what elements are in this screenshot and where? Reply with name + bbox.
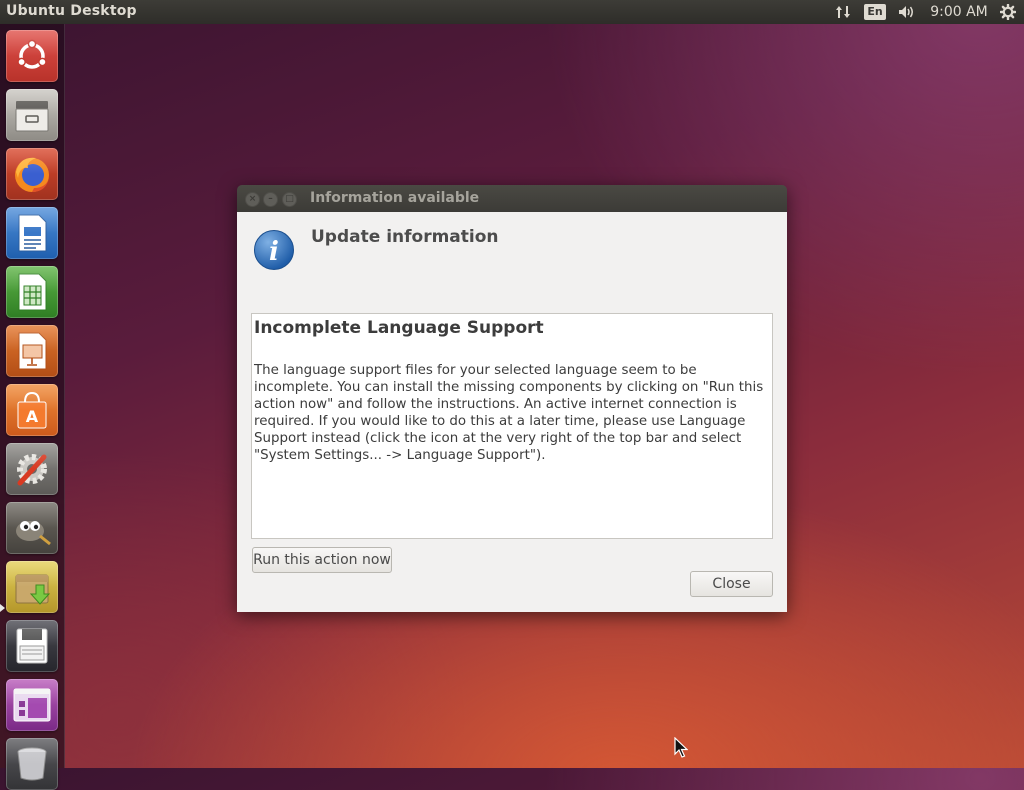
language-label: En — [864, 4, 886, 20]
files-launcher-button[interactable] — [6, 89, 58, 141]
close-button[interactable]: Close — [690, 571, 773, 597]
active-app-indicator — [0, 604, 5, 612]
top-panel: Ubuntu Desktop En 9:00 AM — [0, 0, 1024, 24]
ubuntu-logo-icon — [17, 39, 47, 69]
dialog-heading: Update information — [311, 227, 499, 247]
software-launcher-button[interactable]: A — [6, 384, 58, 436]
writer-launcher-button[interactable] — [6, 207, 58, 259]
dialog-titlebar[interactable]: × – □ Information available — [237, 185, 787, 212]
svg-text:A: A — [26, 407, 39, 426]
impress-launcher-button[interactable] — [6, 325, 58, 377]
launcher: A — [0, 24, 65, 790]
dialog-title: Information available — [310, 190, 480, 206]
mouse-cursor-icon — [674, 737, 688, 758]
dash-launcher-button[interactable] — [6, 30, 58, 82]
floppy-launcher-button[interactable] — [6, 620, 58, 672]
window-maximize-icon[interactable]: □ — [282, 192, 297, 207]
dialog-content: i Update information Incomplete Language… — [237, 212, 787, 612]
writer-document-icon — [18, 214, 47, 252]
settings-launcher-button[interactable] — [6, 443, 58, 495]
keyboard-language-indicator[interactable]: En — [864, 0, 886, 24]
file-cabinet-icon — [15, 101, 49, 132]
software-bag-icon: A — [17, 391, 47, 429]
impress-presentation-icon — [18, 332, 47, 370]
gear-wrench-icon — [17, 454, 47, 486]
gimp-icon — [16, 521, 51, 546]
information-dialog: × – □ Information available i Update inf… — [237, 185, 787, 612]
window-icon — [13, 688, 51, 722]
floppy-disk-icon — [16, 628, 48, 664]
trash-launcher-button[interactable] — [6, 738, 58, 790]
calc-launcher-button[interactable] — [6, 266, 58, 318]
window-close-icon[interactable]: × — [245, 192, 260, 207]
info-icon: i — [254, 230, 294, 270]
session-gear-icon[interactable] — [996, 0, 1020, 24]
message-title: Incomplete Language Support — [254, 318, 544, 338]
package-download-icon — [15, 574, 51, 605]
firefox-icon — [15, 157, 49, 192]
workspace-launcher-button[interactable] — [6, 679, 58, 731]
firefox-launcher-button[interactable] — [6, 148, 58, 200]
trash-icon — [17, 747, 47, 781]
calc-spreadsheet-icon — [18, 273, 47, 311]
message-textview[interactable]: Incomplete Language Support The language… — [251, 313, 773, 539]
active-window-title: Ubuntu Desktop — [6, 3, 137, 19]
clock[interactable]: 9:00 AM — [928, 0, 990, 24]
svg-text:i: i — [269, 237, 279, 267]
network-icon[interactable] — [832, 0, 854, 24]
gimp-launcher-button[interactable] — [6, 502, 58, 554]
updater-launcher-button[interactable] — [6, 561, 58, 613]
run-action-button[interactable]: Run this action now — [252, 547, 392, 573]
volume-icon[interactable] — [894, 0, 920, 24]
window-minimize-icon[interactable]: – — [263, 192, 278, 207]
message-body: The language support files for your sele… — [254, 363, 764, 463]
